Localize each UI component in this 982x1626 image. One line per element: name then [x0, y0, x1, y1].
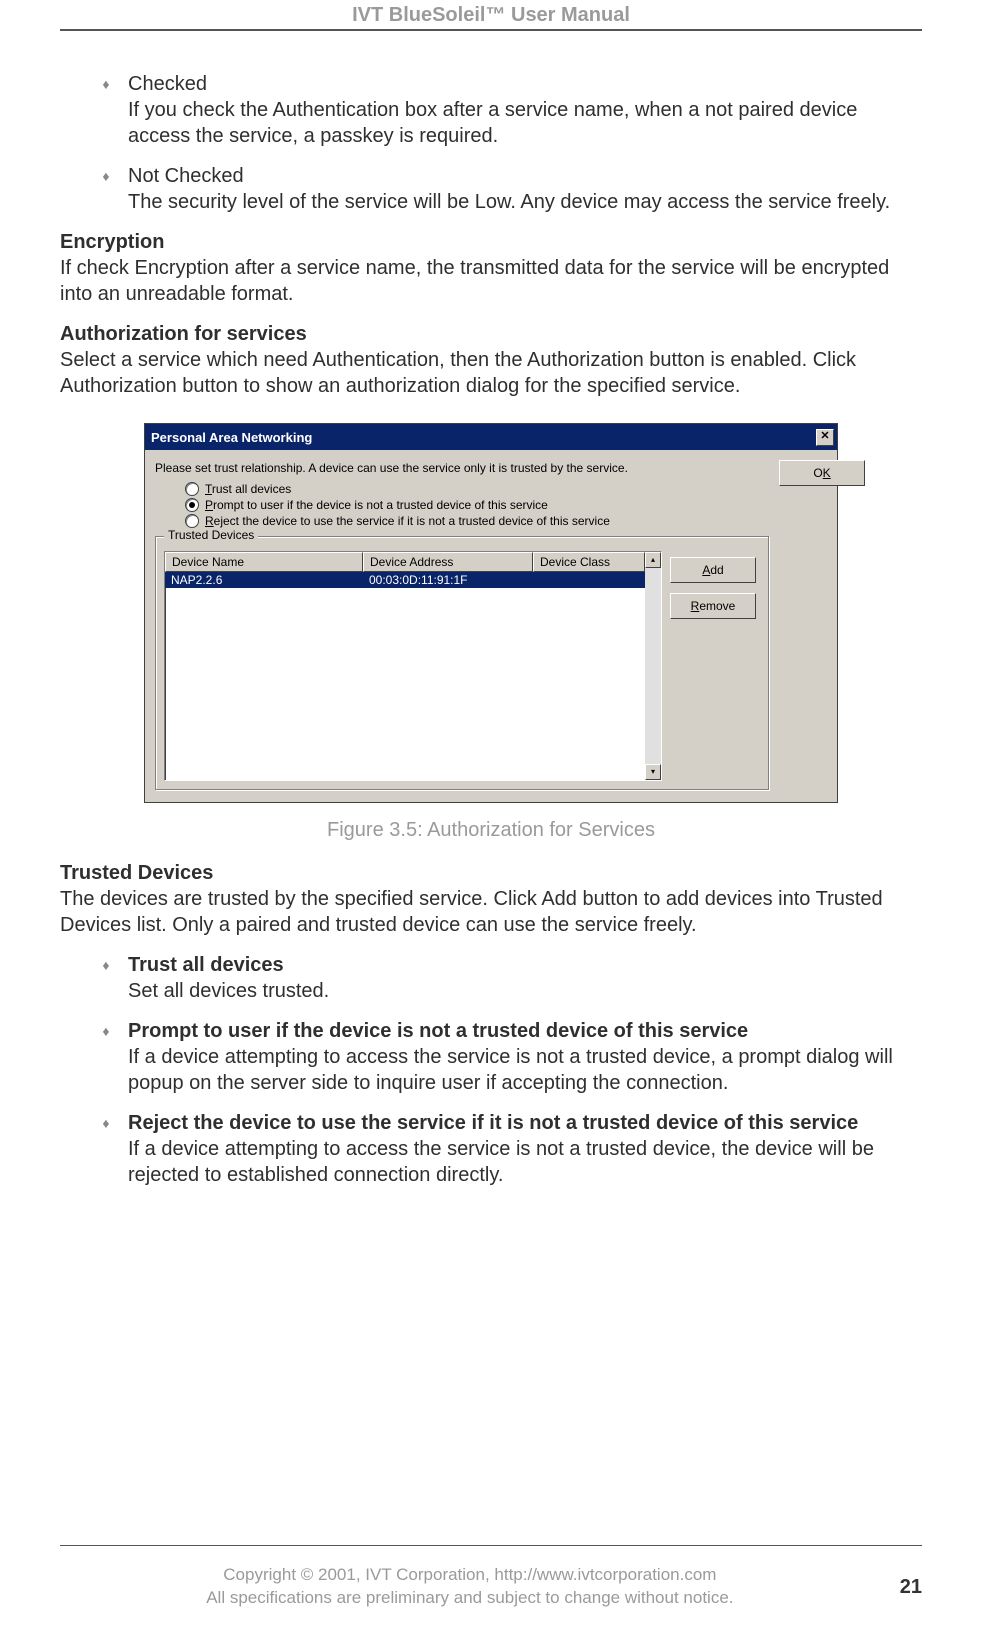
bullet-term: Not Checked: [128, 165, 244, 187]
table-header-row: Device Name Device Address Device Class: [165, 552, 645, 572]
text-encryption: If check Encryption after a service name…: [60, 257, 889, 305]
dialog-window: Personal Area Networking ✕ Please set tr…: [144, 423, 838, 803]
cell-device-class: [533, 572, 645, 588]
divider-top: [60, 29, 922, 31]
page-number: 21: [900, 1576, 922, 1599]
section-encryption: Encryption If check Encryption after a s…: [60, 229, 922, 307]
radio-icon: [185, 482, 199, 496]
section-authorization: Authorization for services Select a serv…: [60, 321, 922, 399]
bullet-term: Trust all devices: [128, 954, 284, 976]
cell-device-name: NAP2.2.6: [165, 572, 363, 588]
bullet-desc: If you check the Authentication box afte…: [128, 99, 857, 147]
device-table[interactable]: Device Name Device Address Device Class …: [164, 551, 662, 781]
bullet-trust-all: ♦ Trust all devices Set all devices trus…: [60, 952, 922, 1004]
groupbox-trusted-devices: Trusted Devices Device Name Device Addre…: [155, 536, 769, 790]
figure-screenshot: Personal Area Networking ✕ Please set tr…: [144, 423, 838, 803]
diamond-icon: ♦: [96, 1110, 116, 1132]
footer-disclaimer: All specifications are preliminary and s…: [206, 1588, 733, 1607]
radio-underline: R: [205, 514, 214, 528]
radio-label: eject the device to use the service if i…: [214, 514, 610, 528]
figure-caption: Figure 3.5: Authorization for Services: [60, 819, 922, 842]
ok-button[interactable]: OK: [779, 460, 865, 486]
bullet-term: Reject the device to use the service if …: [128, 1112, 858, 1134]
radio-label: rompt to user if the device is not a tru…: [213, 498, 548, 512]
bullet-reject: ♦ Reject the device to use the service i…: [60, 1110, 922, 1188]
bullet-term: Prompt to user if the device is not a tr…: [128, 1020, 748, 1042]
bullet-desc: Set all devices trusted.: [128, 980, 329, 1002]
diamond-icon: ♦: [96, 163, 116, 185]
col-device-class[interactable]: Device Class: [533, 552, 645, 572]
radio-icon: [185, 498, 199, 512]
bullet-checked: ♦ Checked If you check the Authenticatio…: [60, 71, 922, 149]
dialog-titlebar: Personal Area Networking ✕: [145, 424, 837, 450]
cell-device-address: 00:03:0D:11:91:1F: [363, 572, 533, 588]
remove-button[interactable]: Remove: [670, 593, 756, 619]
diamond-icon: ♦: [96, 71, 116, 93]
diamond-icon: ♦: [96, 952, 116, 974]
col-device-address[interactable]: Device Address: [363, 552, 533, 572]
page-footer: Copyright © 2001, IVT Corporation, http:…: [60, 1564, 922, 1610]
text-authorization: Select a service which need Authenticati…: [60, 349, 856, 397]
radio-label: rust all devices: [212, 482, 291, 496]
add-button[interactable]: Add: [670, 557, 756, 583]
group-legend: Trusted Devices: [164, 528, 258, 542]
bullet-desc: The security level of the service will b…: [128, 191, 890, 213]
scroll-down-icon[interactable]: ▾: [645, 764, 661, 780]
scroll-up-icon[interactable]: ▴: [645, 552, 661, 568]
radio-icon: [185, 514, 199, 528]
diamond-icon: ♦: [96, 1018, 116, 1040]
radio-prompt[interactable]: Prompt to user if the device is not a tr…: [185, 498, 769, 512]
scrollbar-vertical[interactable]: ▴ ▾: [645, 552, 661, 780]
table-row[interactable]: NAP2.2.6 00:03:0D:11:91:1F: [165, 572, 645, 588]
heading-authorization: Authorization for services: [60, 323, 307, 345]
bullet-not-checked: ♦ Not Checked The security level of the …: [60, 163, 922, 215]
section-trusted-devices: Trusted Devices The devices are trusted …: [60, 860, 922, 938]
btn-label: dd: [710, 563, 723, 577]
heading-encryption: Encryption: [60, 231, 164, 253]
btn-underline: R: [691, 599, 700, 613]
radio-trust-all[interactable]: Trust all devices: [185, 482, 769, 496]
btn-label: emove: [699, 599, 735, 613]
bullet-desc: If a device attempting to access the ser…: [128, 1046, 893, 1094]
btn-label: O: [813, 466, 822, 480]
document-title: IVT BlueSoleil™ User Manual: [60, 0, 922, 29]
radio-underline: P: [205, 498, 213, 512]
footer-copyright: Copyright © 2001, IVT Corporation, http:…: [223, 1565, 716, 1584]
close-icon[interactable]: ✕: [816, 429, 834, 446]
bullet-prompt: ♦ Prompt to user if the device is not a …: [60, 1018, 922, 1096]
dialog-instruction: Please set trust relationship. A device …: [155, 460, 769, 476]
radio-underline: T: [205, 482, 212, 496]
radio-reject[interactable]: Reject the device to use the service if …: [185, 514, 769, 528]
btn-underline: K: [823, 466, 831, 480]
bullet-desc: If a device attempting to access the ser…: [128, 1138, 874, 1186]
col-device-name[interactable]: Device Name: [165, 552, 363, 572]
heading-trusted-devices: Trusted Devices: [60, 862, 213, 884]
divider-bottom: [60, 1545, 922, 1546]
bullet-term: Checked: [128, 73, 207, 95]
text-trusted-devices: The devices are trusted by the specified…: [60, 888, 883, 936]
dialog-title: Personal Area Networking: [151, 430, 312, 445]
